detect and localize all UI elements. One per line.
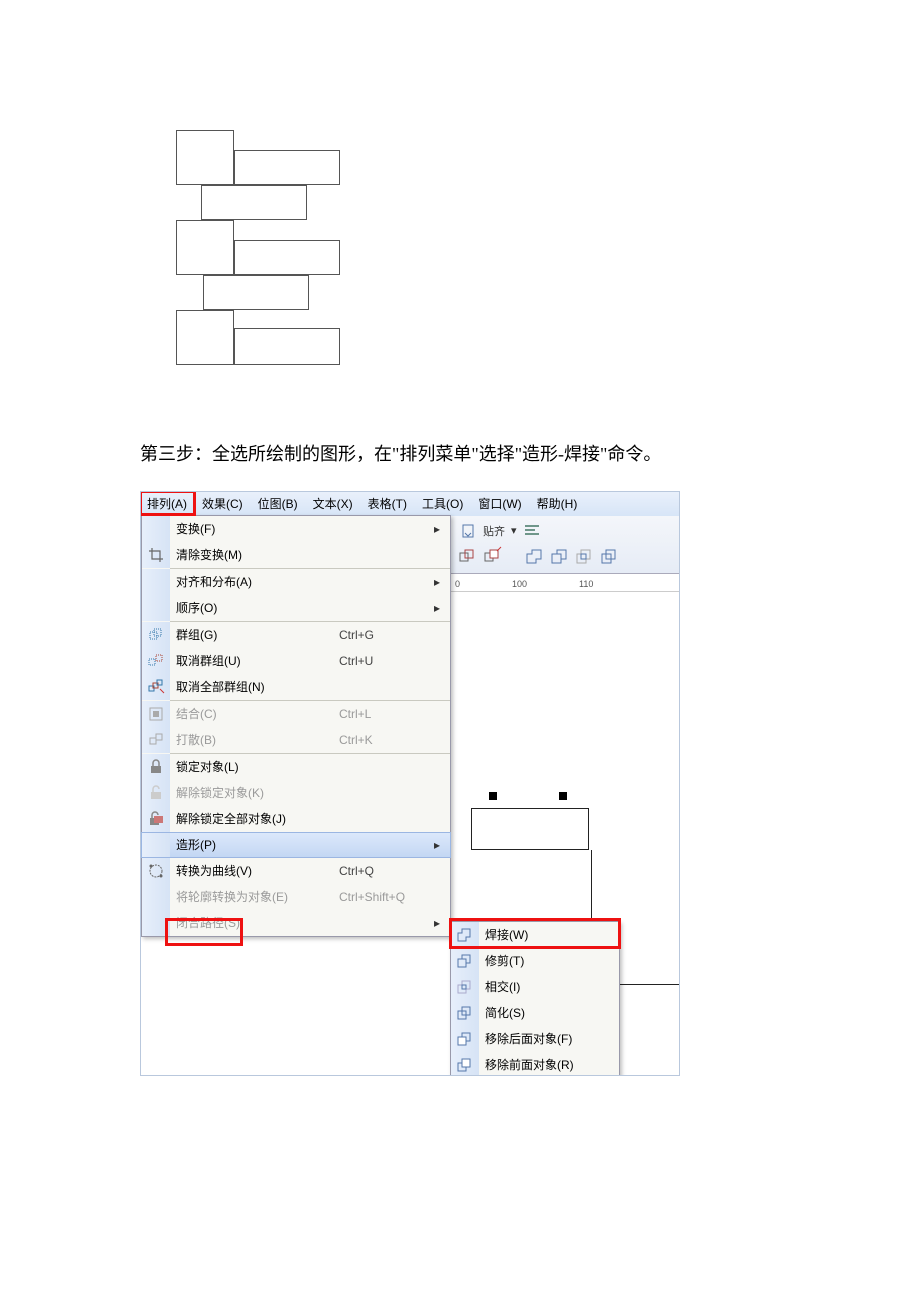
menu-item[interactable]: 取消群组(U)Ctrl+U (142, 648, 450, 674)
step-3-paragraph: 第三步：全选所绘制的图形，在"排列菜单"选择"造形-焊接"命令。 (140, 435, 780, 475)
intersect-icon[interactable] (576, 548, 594, 566)
menu-text[interactable]: 文本(X) (313, 495, 353, 512)
trim-icon[interactable] (551, 548, 569, 566)
toolbar-dropdown-icon[interactable] (459, 522, 477, 540)
menu-item[interactable]: 将轮廓转换为对象(E)Ctrl+Shift+Q (142, 884, 450, 910)
shaping-icon-1[interactable] (459, 548, 477, 566)
menu-item[interactable]: 锁定对象(L) (142, 754, 450, 780)
menu-window[interactable]: 窗口(W) (478, 495, 521, 512)
dropdown-arrow-icon[interactable]: ▾ (511, 524, 517, 537)
menu-effects[interactable]: 效果(C) (202, 495, 243, 512)
menu-item[interactable]: 解除锁定全部对象(J) (142, 806, 450, 832)
menu-help[interactable]: 帮助(H) (537, 495, 578, 512)
menu-item[interactable]: 解除锁定对象(K) (142, 780, 450, 806)
menu-item[interactable]: 清除变换(M) (142, 542, 450, 568)
menu-item[interactable]: 对齐和分布(A)▸ (142, 569, 450, 595)
menu-item[interactable]: 造形(P)▸ (141, 832, 451, 858)
shaping-submenu[interactable]: 焊接(W)修剪(T)相交(I)简化(S)移除后面对象(F)移除前面对象(R)造形… (450, 921, 620, 1076)
simplify-icon[interactable] (601, 548, 619, 566)
horizontal-ruler: 0100110 (451, 574, 679, 592)
menu-item[interactable]: 取消全部群组(N) (142, 674, 450, 700)
toolbar-background: 贴齐 ▾ (451, 516, 679, 574)
menubar[interactable]: 排列(A) 效果(C) 位图(B) 文本(X) 表格(T) 工具(O) 窗口(W… (141, 492, 679, 516)
menu-item[interactable]: 顺序(O)▸ (142, 595, 450, 621)
menu-item[interactable]: 打散(B)Ctrl+K (142, 727, 450, 753)
app-screenshot: 排列(A) 效果(C) 位图(B) 文本(X) 表格(T) 工具(O) 窗口(W… (140, 491, 680, 1076)
paste-label[interactable]: 贴齐 (483, 523, 505, 539)
menu-tools[interactable]: 工具(O) (422, 495, 463, 512)
submenu-item[interactable]: 相交(I) (451, 974, 619, 1000)
submenu-item[interactable]: 移除前面对象(R) (451, 1052, 619, 1076)
weld-icon[interactable] (526, 548, 544, 566)
align-icon[interactable] (523, 522, 541, 540)
submenu-item[interactable]: 焊接(W) (451, 922, 619, 948)
shaping-icon-2[interactable] (484, 548, 502, 566)
menu-item[interactable]: 转换为曲线(V)Ctrl+Q (142, 858, 450, 884)
submenu-item[interactable]: 移除后面对象(F) (451, 1026, 619, 1052)
menu-arrange[interactable]: 排列(A) (147, 495, 187, 512)
menu-item[interactable]: 闭合路径(S)▸ (142, 910, 450, 936)
arrange-menu-dropdown[interactable]: 变换(F)▸清除变换(M)对齐和分布(A)▸顺序(O)▸群组(G)Ctrl+G取… (141, 515, 451, 937)
menu-item[interactable]: 结合(C)Ctrl+L (142, 701, 450, 727)
menu-bitmap[interactable]: 位图(B) (258, 495, 298, 512)
drawn-rectangles-figure (176, 130, 346, 395)
menu-item[interactable]: 群组(G)Ctrl+G (142, 622, 450, 648)
menu-table[interactable]: 表格(T) (368, 495, 407, 512)
menu-item[interactable]: 变换(F)▸ (142, 516, 450, 542)
submenu-item[interactable]: 修剪(T) (451, 948, 619, 974)
submenu-item[interactable]: 简化(S) (451, 1000, 619, 1026)
